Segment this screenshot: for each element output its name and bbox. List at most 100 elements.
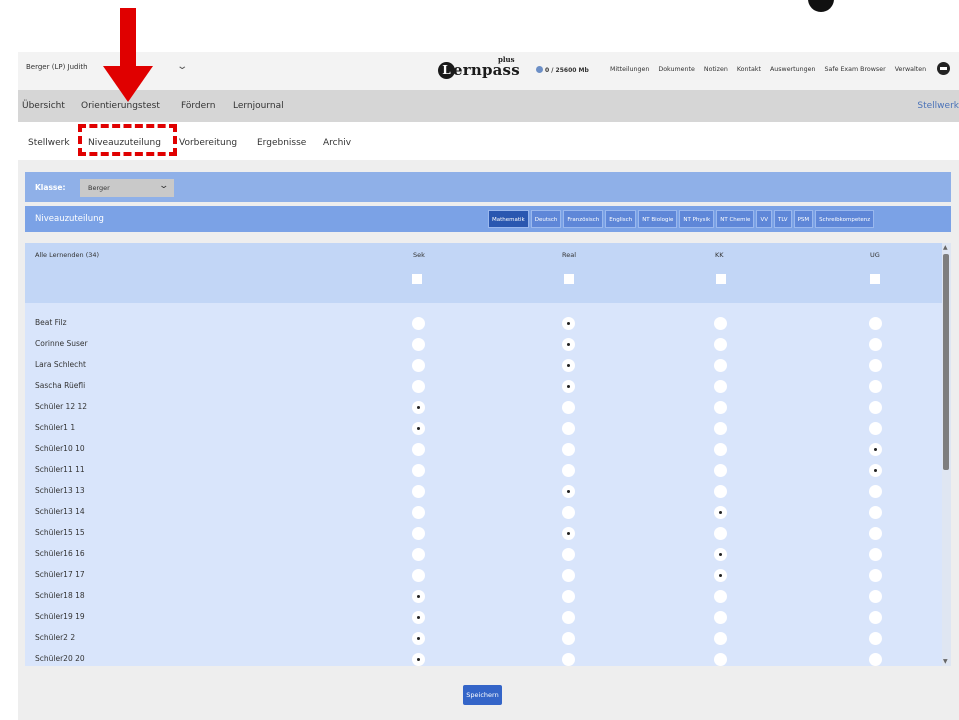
level-radio-real[interactable] — [562, 380, 575, 393]
level-radio-sek[interactable] — [412, 569, 425, 582]
select-all-kk-checkbox[interactable] — [716, 274, 726, 284]
level-radio-sek[interactable] — [412, 317, 425, 330]
nav-kontakt[interactable]: Kontakt — [737, 66, 761, 73]
level-radio-kk[interactable] — [714, 422, 727, 435]
level-radio-real[interactable] — [562, 527, 575, 540]
level-radio-sek[interactable] — [412, 401, 425, 414]
tab-stellwerk[interactable]: Stellwerk — [28, 138, 70, 148]
level-radio-kk[interactable] — [714, 380, 727, 393]
level-radio-sek[interactable] — [412, 590, 425, 603]
klasse-select[interactable]: Berger ⌄ — [80, 179, 174, 197]
select-all-sek-checkbox[interactable] — [412, 274, 422, 284]
level-radio-real[interactable] — [562, 632, 575, 645]
level-radio-ug[interactable] — [869, 590, 882, 603]
level-radio-ug[interactable] — [869, 422, 882, 435]
level-radio-real[interactable] — [562, 506, 575, 519]
subject-tab[interactable]: PSM — [793, 210, 814, 228]
level-radio-ug[interactable] — [869, 485, 882, 498]
level-radio-ug[interactable] — [869, 632, 882, 645]
level-radio-ug[interactable] — [869, 464, 882, 477]
subject-tab[interactable]: NT Physik — [679, 210, 715, 228]
level-radio-ug[interactable] — [869, 569, 882, 582]
scroll-down-icon[interactable]: ▼ — [943, 658, 948, 665]
level-radio-ug[interactable] — [869, 401, 882, 414]
subject-tab[interactable]: Schreibkompetenz — [815, 210, 875, 228]
level-radio-sek[interactable] — [412, 338, 425, 351]
level-radio-real[interactable] — [562, 422, 575, 435]
subject-tab[interactable]: Mathematik — [488, 210, 529, 228]
level-radio-kk[interactable] — [714, 590, 727, 603]
level-radio-real[interactable] — [562, 464, 575, 477]
level-radio-ug[interactable] — [869, 359, 882, 372]
level-radio-real[interactable] — [562, 485, 575, 498]
level-radio-kk[interactable] — [714, 527, 727, 540]
select-all-real-checkbox[interactable] — [564, 274, 574, 284]
level-radio-kk[interactable] — [714, 317, 727, 330]
level-radio-ug[interactable] — [869, 548, 882, 561]
level-radio-sek[interactable] — [412, 548, 425, 561]
level-radio-sek[interactable] — [412, 632, 425, 645]
subject-tab[interactable]: NT Chemie — [716, 210, 755, 228]
mainnav-orientierungstest[interactable]: Orientierungstest — [81, 101, 160, 111]
scrollbar-thumb[interactable] — [943, 254, 949, 470]
level-radio-kk[interactable] — [714, 653, 727, 666]
nav-verwalten[interactable]: Verwalten — [895, 66, 926, 73]
subject-tab[interactable]: Englisch — [605, 210, 637, 228]
level-radio-kk[interactable] — [714, 548, 727, 561]
level-radio-ug[interactable] — [869, 506, 882, 519]
level-radio-real[interactable] — [562, 590, 575, 603]
level-radio-sek[interactable] — [412, 359, 425, 372]
level-radio-kk[interactable] — [714, 464, 727, 477]
level-radio-kk[interactable] — [714, 359, 727, 372]
mainnav-stellwerk[interactable]: Stellwerk — [917, 101, 959, 111]
subject-tab[interactable]: NT Biologie — [638, 210, 678, 228]
level-radio-ug[interactable] — [869, 317, 882, 330]
level-radio-real[interactable] — [562, 317, 575, 330]
level-radio-real[interactable] — [562, 401, 575, 414]
level-radio-kk[interactable] — [714, 506, 727, 519]
nav-dokumente[interactable]: Dokumente — [658, 66, 695, 73]
nav-mitteilungen[interactable]: Mitteilungen — [610, 66, 649, 73]
level-radio-sek[interactable] — [412, 380, 425, 393]
level-radio-real[interactable] — [562, 359, 575, 372]
level-radio-sek[interactable] — [412, 653, 425, 666]
subject-tab[interactable]: Deutsch — [530, 210, 562, 228]
level-radio-sek[interactable] — [412, 443, 425, 456]
level-radio-real[interactable] — [562, 653, 575, 666]
level-radio-sek[interactable] — [412, 422, 425, 435]
level-radio-real[interactable] — [562, 548, 575, 561]
level-radio-sek[interactable] — [412, 506, 425, 519]
mainnav-foerdern[interactable]: Fördern — [181, 101, 215, 111]
level-radio-ug[interactable] — [869, 527, 882, 540]
nav-safe-exam-browser[interactable]: Safe Exam Browser — [825, 66, 886, 73]
level-radio-kk[interactable] — [714, 611, 727, 624]
level-radio-ug[interactable] — [869, 338, 882, 351]
logout-icon[interactable] — [937, 62, 950, 75]
level-radio-kk[interactable] — [714, 632, 727, 645]
level-radio-sek[interactable] — [412, 464, 425, 477]
level-radio-kk[interactable] — [714, 338, 727, 351]
level-radio-kk[interactable] — [714, 401, 727, 414]
level-radio-real[interactable] — [562, 611, 575, 624]
level-radio-ug[interactable] — [869, 611, 882, 624]
save-button[interactable]: Speichern — [463, 685, 502, 705]
level-radio-kk[interactable] — [714, 485, 727, 498]
level-radio-sek[interactable] — [412, 485, 425, 498]
level-radio-kk[interactable] — [714, 443, 727, 456]
tab-vorbereitung[interactable]: Vorbereitung — [179, 138, 237, 148]
level-radio-ug[interactable] — [869, 653, 882, 666]
tab-ergebnisse[interactable]: Ergebnisse — [257, 138, 306, 148]
level-radio-real[interactable] — [562, 443, 575, 456]
mainnav-uebersicht[interactable]: Übersicht — [22, 101, 65, 111]
mainnav-lernjournal[interactable]: Lernjournal — [233, 101, 284, 111]
level-radio-sek[interactable] — [412, 611, 425, 624]
subject-tab[interactable]: Französisch — [563, 210, 604, 228]
level-radio-real[interactable] — [562, 338, 575, 351]
user-select[interactable]: Berger (LP) Judith ⌄ — [26, 61, 188, 72]
scroll-up-icon[interactable]: ▲ — [943, 244, 948, 251]
tab-archiv[interactable]: Archiv — [323, 138, 351, 148]
scrollbar[interactable]: ▲ ▼ — [942, 243, 951, 666]
level-radio-sek[interactable] — [412, 527, 425, 540]
level-radio-kk[interactable] — [714, 569, 727, 582]
select-all-ug-checkbox[interactable] — [870, 274, 880, 284]
